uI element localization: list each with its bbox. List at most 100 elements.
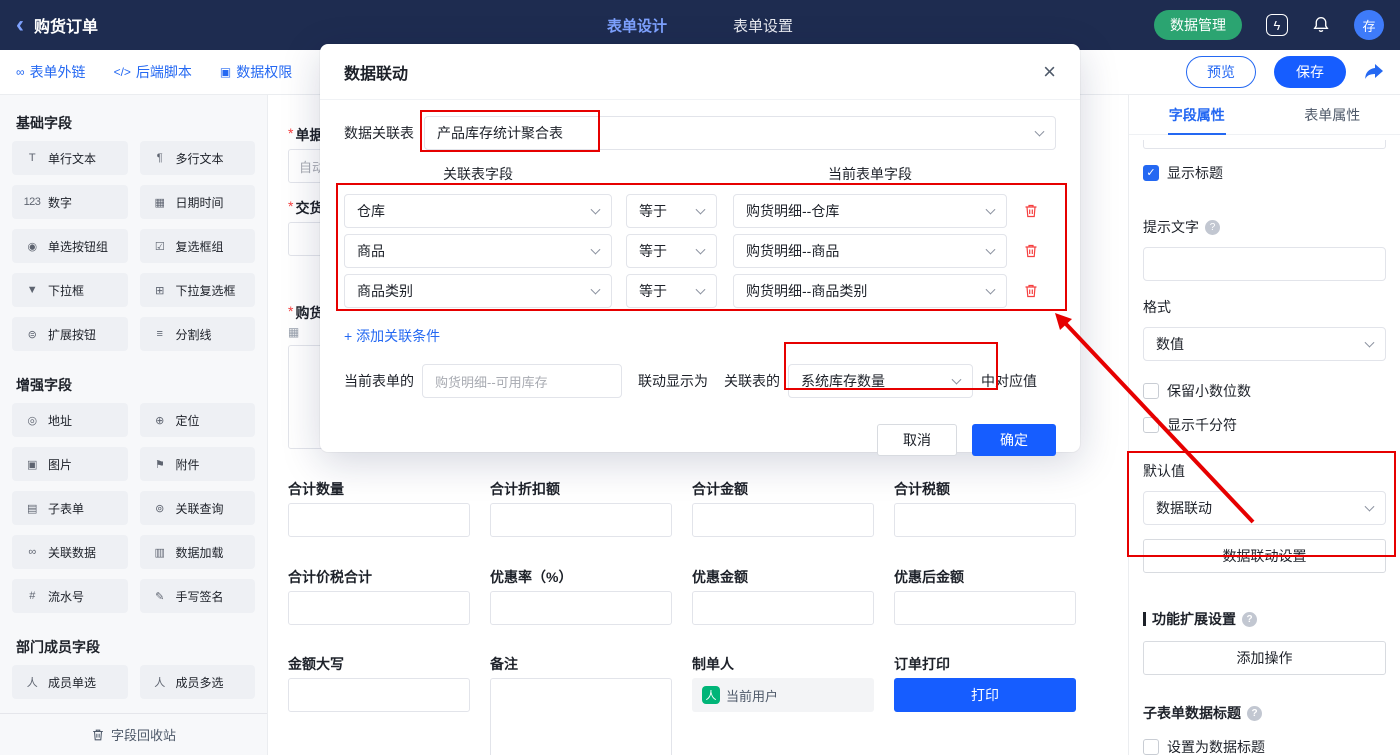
after-discount-input[interactable] [894, 591, 1076, 625]
keep-decimal-option[interactable]: 保留小数位数 [1143, 381, 1386, 401]
print-button[interactable]: 打印 [894, 678, 1076, 712]
help-icon[interactable]: ? [1247, 705, 1262, 721]
form-external-link[interactable]: ∞ 表单外链 [16, 62, 86, 82]
tab-form-properties[interactable]: 表单属性 [1265, 95, 1400, 134]
palette-item-address[interactable]: ◎ 地址 [12, 403, 128, 437]
palette-item-divider[interactable]: ≡ 分割线 [139, 317, 255, 351]
backend-script-link[interactable]: </> 后端脚本 [114, 62, 192, 82]
palette-item-radio-group[interactable]: ◉ 单选按钮组 [12, 229, 128, 263]
relation-table-select[interactable]: 产品库存统计聚合表 [424, 116, 1056, 150]
help-icon[interactable]: ? [1205, 219, 1220, 235]
palette-item-signature[interactable]: ✎ 手写签名 [139, 579, 255, 613]
palette-item-multi-line-text[interactable]: ¶ 多行文本 [139, 141, 255, 175]
relation-display-field-select[interactable]: 系统库存数量 [788, 364, 973, 398]
delete-condition-icon[interactable] [1023, 283, 1039, 299]
current-user-chip[interactable]: 人 当前用户 [692, 678, 874, 712]
current-field-input[interactable]: 购货明细--可用库存 [422, 364, 622, 398]
palette-item-image[interactable]: ▣ 图片 [12, 447, 128, 481]
delete-condition-icon[interactable] [1023, 243, 1039, 259]
title-input-cropped[interactable] [1143, 140, 1386, 149]
total-discount-input[interactable] [490, 503, 672, 537]
tab-form-design[interactable]: 表单设计 [607, 15, 667, 36]
relation-field-select[interactable]: 仓库 [344, 194, 612, 228]
data-permission-link[interactable]: ▣ 数据权限 [220, 62, 292, 82]
notification-bell-icon[interactable] [1312, 16, 1330, 34]
member-single-icon: 人 [26, 677, 38, 689]
checkbox-unchecked-icon[interactable] [1143, 383, 1159, 399]
discount-amount-input[interactable] [692, 591, 874, 625]
checkbox-unchecked-icon[interactable] [1143, 417, 1159, 433]
thousand-separator-option[interactable]: 显示千分符 [1143, 415, 1386, 435]
operator-select[interactable]: 等于 [626, 274, 717, 308]
current-form-field-select[interactable]: 购货明细--仓库 [733, 194, 1007, 228]
hint-text-input[interactable] [1143, 247, 1386, 281]
discount-rate-input[interactable] [490, 591, 672, 625]
cancel-button[interactable]: 取消 [877, 424, 957, 456]
checkbox-checked-icon[interactable]: ✓ [1143, 165, 1159, 181]
field-after-discount[interactable]: 优惠后金额 [894, 567, 1076, 625]
tab-form-settings[interactable]: 表单设置 [733, 15, 793, 36]
field-recycle-bin[interactable]: 字段回收站 [0, 713, 267, 755]
field-total-amount[interactable]: 合计金额 [692, 479, 874, 537]
current-form-field-select[interactable]: 购货明细--商品类别 [733, 274, 1007, 308]
total-with-tax-input[interactable] [288, 591, 470, 625]
palette-item-member-single[interactable]: 人成员单选 [12, 665, 128, 699]
back-icon[interactable]: ‹ [16, 13, 24, 37]
palette-item-multi-dropdown[interactable]: ⊞ 下拉复选框 [139, 273, 255, 307]
field-remark[interactable]: 备注 [490, 654, 672, 755]
relation-field-select[interactable]: 商品 [344, 234, 612, 268]
default-value-select[interactable]: 数据联动 [1143, 491, 1386, 525]
palette-item-data-load[interactable]: ▥ 数据加载 [139, 535, 255, 569]
field-creator[interactable]: 制单人 人 当前用户 [692, 654, 874, 755]
field-order-print[interactable]: 订单打印 打印 [894, 654, 1076, 755]
data-linkage-setting-button[interactable]: 数据联动设置 [1143, 539, 1386, 573]
checkbox-unchecked-icon[interactable] [1143, 739, 1159, 755]
operator-select[interactable]: 等于 [626, 194, 717, 228]
palette-item-number[interactable]: 123 数字 [12, 185, 128, 219]
palette-item-checkbox-group[interactable]: ☑ 复选框组 [139, 229, 255, 263]
palette-item-dropdown[interactable]: ▼ 下拉框 [12, 273, 128, 307]
remark-textarea[interactable] [490, 678, 672, 755]
total-qty-input[interactable] [288, 503, 470, 537]
field-total-with-tax[interactable]: 合计价税合计 [288, 567, 470, 625]
field-total-qty[interactable]: 合计数量 [288, 479, 470, 537]
delete-condition-icon[interactable] [1023, 203, 1039, 219]
add-condition-link[interactable]: + 添加关联条件 [344, 326, 440, 346]
palette-item-relation-query[interactable]: ⊚ 关联查询 [139, 491, 255, 525]
palette-item-subform[interactable]: ▤ 子表单 [12, 491, 128, 525]
close-icon[interactable]: × [1043, 60, 1056, 83]
palette-item-location[interactable]: ⊕ 定位 [139, 403, 255, 437]
show-title-option[interactable]: ✓ 显示标题 [1143, 163, 1386, 183]
field-discount-rate[interactable]: 优惠率（%） [490, 567, 672, 625]
palette-item-single-line-text[interactable]: T 单行文本 [12, 141, 128, 175]
field-total-tax[interactable]: 合计税额 [894, 479, 1076, 537]
palette-item-relation-data[interactable]: ∞ 关联数据 [12, 535, 128, 569]
set-as-data-title-option[interactable]: 设置为数据标题 [1143, 737, 1386, 755]
save-button[interactable]: 保存 [1274, 56, 1346, 88]
help-icon[interactable]: ? [1242, 611, 1257, 627]
amount-in-words-input[interactable] [288, 678, 470, 712]
field-total-discount[interactable]: 合计折扣额 [490, 479, 672, 537]
field-amount-in-words[interactable]: 金额大写 [288, 654, 470, 755]
total-amount-input[interactable] [692, 503, 874, 537]
field-discount-amount[interactable]: 优惠金额 [692, 567, 874, 625]
palette-item-extend-button[interactable]: ⊜ 扩展按钮 [12, 317, 128, 351]
section-title: 功能扩展设置 [1152, 611, 1236, 627]
palette-item-datetime[interactable]: ▦ 日期时间 [139, 185, 255, 219]
operator-select[interactable]: 等于 [626, 234, 717, 268]
total-tax-input[interactable] [894, 503, 1076, 537]
palette-item-attachment[interactable]: ⚑ 附件 [139, 447, 255, 481]
confirm-button[interactable]: 确定 [972, 424, 1056, 456]
format-select[interactable]: 数值 [1143, 327, 1386, 361]
palette-item-member-multi[interactable]: 人成员多选 [139, 665, 255, 699]
app-center-icon[interactable]: ϟ [1266, 14, 1288, 36]
current-form-field-select[interactable]: 购货明细--商品 [733, 234, 1007, 268]
user-avatar[interactable]: 存 [1354, 10, 1384, 40]
share-icon[interactable] [1364, 63, 1384, 81]
palette-item-serial-number[interactable]: # 流水号 [12, 579, 128, 613]
data-manage-button[interactable]: 数据管理 [1154, 10, 1242, 40]
tab-field-properties[interactable]: 字段属性 [1129, 95, 1265, 134]
relation-field-select[interactable]: 商品类别 [344, 274, 612, 308]
add-action-button[interactable]: 添加操作 [1143, 641, 1386, 675]
preview-button[interactable]: 预览 [1186, 56, 1256, 88]
